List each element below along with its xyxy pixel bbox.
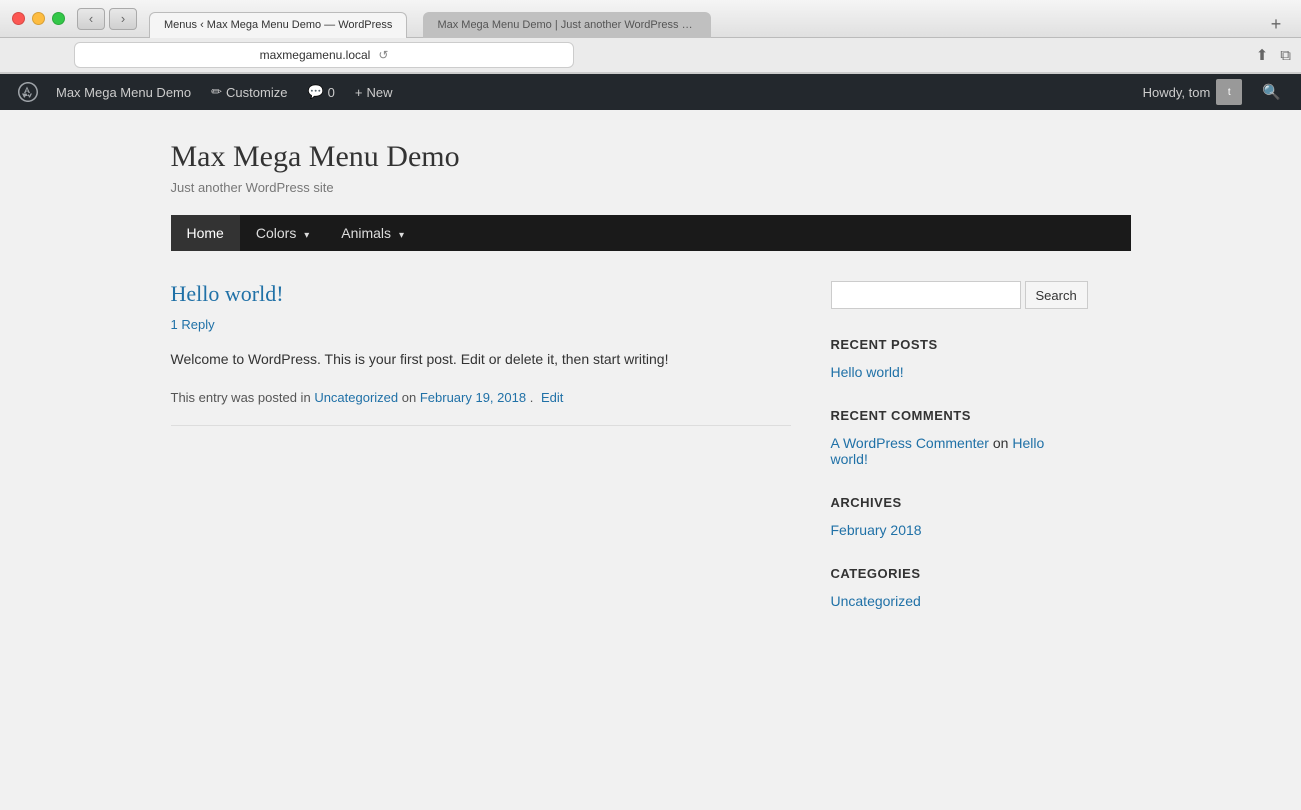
admin-search-button[interactable]: 🔍: [1252, 74, 1291, 110]
tab-1-label: Menus ‹ Max Mega Menu Demo — WordPress: [164, 19, 392, 31]
avatar: t: [1216, 79, 1242, 105]
tab-1[interactable]: Menus ‹ Max Mega Menu Demo — WordPress: [149, 12, 407, 38]
mac-titlebar: ‹ › Menus ‹ Max Mega Menu Demo — WordPre…: [0, 0, 1301, 74]
site-header: Max Mega Menu Demo Just another WordPres…: [171, 140, 1131, 195]
tab-container: Menus ‹ Max Mega Menu Demo — WordPress M…: [149, 0, 1289, 38]
search-input[interactable]: [831, 281, 1021, 309]
browser-toolbar-right: ⬆ ⧉: [582, 46, 1291, 64]
nav-colors-label: Colors: [256, 225, 296, 241]
post-title[interactable]: Hello world!: [171, 281, 791, 307]
post-category-link[interactable]: Uncategorized: [314, 390, 398, 405]
recent-comments-title: RECENT COMMENTS: [831, 408, 1051, 423]
site-description: Just another WordPress site: [171, 180, 1131, 195]
forward-button[interactable]: ›: [109, 8, 137, 30]
edit-post-link[interactable]: Edit: [541, 390, 563, 405]
search-button[interactable]: Search: [1025, 281, 1088, 309]
nav-link-home[interactable]: Home: [171, 215, 240, 251]
share-icon[interactable]: ⬆: [1256, 46, 1269, 64]
reply-count[interactable]: 1 Reply: [171, 317, 791, 332]
recent-comment-text: A WordPress Commenter on Hello world!: [831, 435, 1051, 467]
close-button[interactable]: [12, 12, 25, 25]
customize-label: Customize: [226, 85, 287, 100]
traffic-lights: [12, 12, 65, 25]
main-content: Hello world! 1 Reply Welcome to WordPres…: [171, 281, 791, 637]
meta-on: on: [402, 390, 420, 405]
tab-2[interactable]: Max Mega Menu Demo | Just another WordPr…: [423, 12, 711, 38]
wp-logo[interactable]: [10, 74, 46, 110]
tab-2-label: Max Mega Menu Demo | Just another WordPr…: [437, 19, 697, 31]
comments-count: 0: [328, 85, 335, 100]
sidebar: Search RECENT POSTS Hello world! RECENT …: [831, 281, 1051, 637]
colors-arrow-icon: ▾: [304, 230, 309, 241]
meta-period: .: [530, 390, 534, 405]
post-meta: This entry was posted in Uncategorized o…: [171, 390, 791, 426]
site-title: Max Mega Menu Demo: [171, 140, 1131, 174]
site-inner: Max Mega Menu Demo Just another WordPres…: [151, 110, 1151, 637]
nav-animals-label: Animals: [341, 225, 391, 241]
post-article: Hello world! 1 Reply Welcome to WordPres…: [171, 281, 791, 426]
wp-admin-bar: Max Mega Menu Demo ✏ Customize 💬 0 + New…: [0, 74, 1301, 110]
add-tab-button[interactable]: +: [1263, 12, 1289, 38]
window-icon[interactable]: ⧉: [1280, 47, 1291, 64]
address-bar-row: maxmegamenu.local ↺ ⬆ ⧉: [0, 38, 1301, 73]
site-name-label: Max Mega Menu Demo: [56, 85, 191, 100]
address-bar[interactable]: maxmegamenu.local ↺: [74, 42, 574, 68]
animals-arrow-icon: ▾: [399, 230, 404, 241]
admin-bar-site[interactable]: Max Mega Menu Demo: [46, 74, 201, 110]
recent-post-link-0[interactable]: Hello world!: [831, 364, 1051, 380]
back-button[interactable]: ‹: [77, 8, 105, 30]
recent-comments-widget: RECENT COMMENTS A WordPress Commenter on…: [831, 408, 1051, 467]
navigation-bar: Home Colors ▾ Animals ▾: [171, 215, 1131, 251]
admin-bar-new[interactable]: + New: [345, 74, 403, 110]
categories-widget: CATEGORIES Uncategorized: [831, 566, 1051, 609]
nav-home-label: Home: [187, 225, 224, 241]
archive-link-0[interactable]: February 2018: [831, 522, 1051, 538]
avatar-initial: t: [1228, 87, 1231, 98]
on-text: on: [993, 435, 1009, 451]
nav-link-colors[interactable]: Colors ▾: [240, 215, 325, 251]
recent-posts-widget: RECENT POSTS Hello world!: [831, 337, 1051, 380]
howdy-text: Howdy, tom: [1143, 85, 1211, 100]
plus-icon: +: [355, 85, 363, 100]
minimize-button[interactable]: [32, 12, 45, 25]
new-label: New: [366, 85, 392, 100]
commenter-link[interactable]: A WordPress Commenter: [831, 435, 989, 451]
nav-link-animals[interactable]: Animals ▾: [325, 215, 420, 251]
admin-bar-customize[interactable]: ✏ Customize: [201, 74, 297, 110]
howdy-menu[interactable]: Howdy, tom t: [1133, 74, 1253, 110]
category-link-0[interactable]: Uncategorized: [831, 593, 1051, 609]
recent-posts-title: RECENT POSTS: [831, 337, 1051, 352]
nav-item-colors[interactable]: Colors ▾: [240, 215, 325, 251]
post-date-link[interactable]: February 19, 2018: [420, 390, 526, 405]
title-bar: ‹ › Menus ‹ Max Mega Menu Demo — WordPre…: [0, 0, 1301, 38]
admin-bar-comments[interactable]: 💬 0: [297, 74, 344, 110]
nav-item-animals[interactable]: Animals ▾: [325, 215, 420, 251]
archives-title: ARCHIVES: [831, 495, 1051, 510]
nav-list: Home Colors ▾ Animals ▾: [171, 215, 1131, 251]
url-display: maxmegamenu.local: [260, 48, 371, 62]
admin-bar-right: Howdy, tom t 🔍: [1133, 74, 1291, 110]
meta-prefix: This entry was posted in: [171, 390, 311, 405]
post-content: Welcome to WordPress. This is your first…: [171, 348, 791, 370]
archives-widget: ARCHIVES February 2018: [831, 495, 1051, 538]
search-icon: 🔍: [1262, 83, 1281, 101]
categories-title: CATEGORIES: [831, 566, 1051, 581]
nav-buttons: ‹ ›: [77, 8, 137, 30]
customize-icon: ✏: [211, 84, 222, 100]
content-area: Hello world! 1 Reply Welcome to WordPres…: [171, 281, 1131, 637]
site-wrapper: Max Mega Menu Demo Just another WordPres…: [0, 110, 1301, 810]
nav-item-home[interactable]: Home: [171, 215, 240, 251]
reload-icon[interactable]: ↺: [378, 48, 388, 62]
wp-logo-icon: [18, 82, 38, 102]
maximize-button[interactable]: [52, 12, 65, 25]
comments-icon: 💬: [307, 84, 323, 100]
search-widget: Search: [831, 281, 1051, 309]
